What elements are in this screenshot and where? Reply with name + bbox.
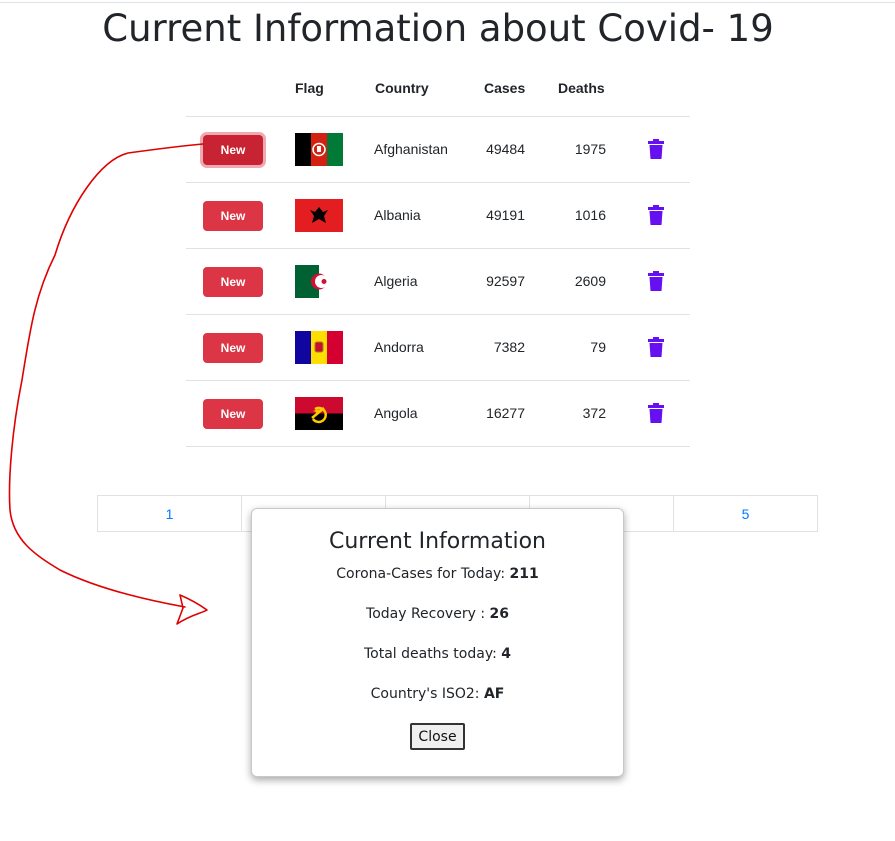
header-country: Country <box>375 80 429 96</box>
table-header: Flag Country Cases Deaths <box>186 70 690 117</box>
cases-value: 7382 <box>493 339 525 355</box>
deaths-value: 2609 <box>574 273 606 289</box>
table-row: New Albania 49191 1016 <box>186 183 690 249</box>
cases-today-value: 211 <box>509 566 539 582</box>
deaths-today-value: 4 <box>501 646 512 662</box>
recovery-today-value: 26 <box>489 606 509 622</box>
table-row: New Angola 16277 372 <box>186 381 690 447</box>
cases-today-label: Corona-Cases for Today: <box>336 566 510 582</box>
afghanistan-flag <box>295 133 343 166</box>
trash-icon[interactable] <box>648 271 664 291</box>
trash-icon[interactable] <box>648 403 664 423</box>
header-deaths: Deaths <box>558 80 605 96</box>
new-button[interactable]: New <box>203 201 263 231</box>
cases-value: 92597 <box>486 273 525 289</box>
header-flag: Flag <box>295 80 324 96</box>
albania-flag <box>295 199 343 232</box>
deaths-value: 1975 <box>574 141 606 157</box>
country-name: Angola <box>374 405 418 421</box>
table-row: New Andorra 7382 79 <box>186 315 690 381</box>
info-modal: Current Information Corona-Cases for Tod… <box>251 508 624 777</box>
cases-value: 16277 <box>486 405 525 421</box>
cases-value: 49191 <box>486 207 525 223</box>
iso2-label: Country's ISO2: <box>370 686 484 702</box>
trash-icon[interactable] <box>648 205 664 225</box>
page-title: Current Information about Covid- 19 <box>102 7 774 50</box>
table-row: New Algeria 92597 2609 <box>186 249 690 315</box>
recovery-today-label: Today Recovery : <box>366 606 490 622</box>
new-button[interactable]: New <box>203 135 263 165</box>
deaths-today-line: Total deaths today: 4 <box>252 646 623 662</box>
country-name: Andorra <box>374 339 424 355</box>
country-name: Albania <box>374 207 421 223</box>
algeria-flag <box>295 265 343 298</box>
close-button[interactable]: Close <box>410 723 465 750</box>
page-link-1[interactable]: 1 <box>98 496 242 531</box>
page-link-5[interactable]: 5 <box>674 496 817 531</box>
deaths-value: 79 <box>590 339 606 355</box>
covid-table: Flag Country Cases Deaths New Afghanista… <box>186 70 690 447</box>
new-button[interactable]: New <box>203 399 263 429</box>
deaths-value: 1016 <box>574 207 606 223</box>
recovery-today-line: Today Recovery : 26 <box>252 606 623 622</box>
iso2-line: Country's ISO2: AF <box>252 686 623 702</box>
modal-title: Current Information <box>329 529 546 554</box>
trash-icon[interactable] <box>648 139 664 159</box>
country-name: Algeria <box>374 273 418 289</box>
iso2-value: AF <box>483 686 505 702</box>
trash-icon[interactable] <box>648 337 664 357</box>
cases-today-line: Corona-Cases for Today: 211 <box>252 566 623 582</box>
new-button[interactable]: New <box>203 267 263 297</box>
table-row: New Afghanistan 49484 1975 <box>186 117 690 183</box>
country-name: Afghanistan <box>374 141 448 157</box>
andorra-flag <box>295 331 343 364</box>
top-divider <box>0 2 895 3</box>
deaths-value: 372 <box>582 405 606 421</box>
angola-flag <box>295 397 343 430</box>
deaths-today-label: Total deaths today: <box>363 646 502 662</box>
cases-value: 49484 <box>486 141 525 157</box>
header-cases: Cases <box>484 80 526 96</box>
new-button[interactable]: New <box>203 333 263 363</box>
